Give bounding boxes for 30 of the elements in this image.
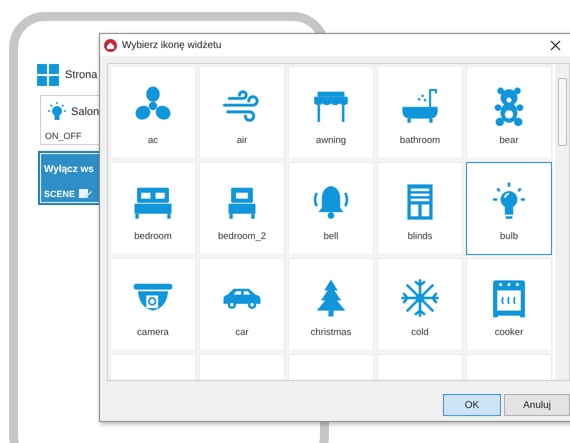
cancel-button[interactable]: Anuluj [504, 394, 570, 416]
icon-tile[interactable]: bedroom [110, 162, 196, 255]
widget-title: Salon [71, 106, 100, 118]
widget-type: SCENE [44, 189, 76, 199]
edit-icon[interactable] [79, 188, 92, 200]
icon-tile[interactable]: car [199, 258, 285, 351]
close-icon[interactable] [550, 40, 561, 50]
ok-button[interactable]: OK [443, 394, 501, 416]
icon-tile[interactable]: bathroom [377, 66, 463, 159]
widget-type: ON_OFF [45, 131, 82, 141]
icon-tile[interactable]: cold [377, 258, 463, 351]
grid-icon [37, 64, 59, 86]
icon-tile[interactable]: air [199, 66, 285, 159]
icon-tile[interactable]: blinds [377, 162, 463, 255]
icon-tile[interactable]: awning [288, 66, 374, 159]
home-icon [104, 38, 117, 52]
widget-title: Wyłącz ws [44, 164, 94, 174]
scrollbar[interactable] [555, 64, 569, 380]
icon-tile[interactable]: bulb [466, 162, 552, 255]
bulb-icon [45, 101, 69, 123]
icon-tile[interactable]: camera [110, 258, 196, 351]
dialog-title: Wybierz ikonę widżetu [122, 40, 222, 50]
snowflake-icon [399, 277, 441, 319]
icon-tile[interactable]: bear [466, 66, 552, 159]
icon-tile[interactable]: bedroom_2 [199, 162, 285, 255]
icon-tile[interactable]: bell [288, 162, 374, 255]
icon-tile[interactable]: cooker [466, 258, 552, 351]
icon-tile[interactable]: ac [110, 66, 196, 159]
page-label: Strona [65, 69, 98, 81]
icon-tile[interactable]: christmas [288, 258, 374, 351]
